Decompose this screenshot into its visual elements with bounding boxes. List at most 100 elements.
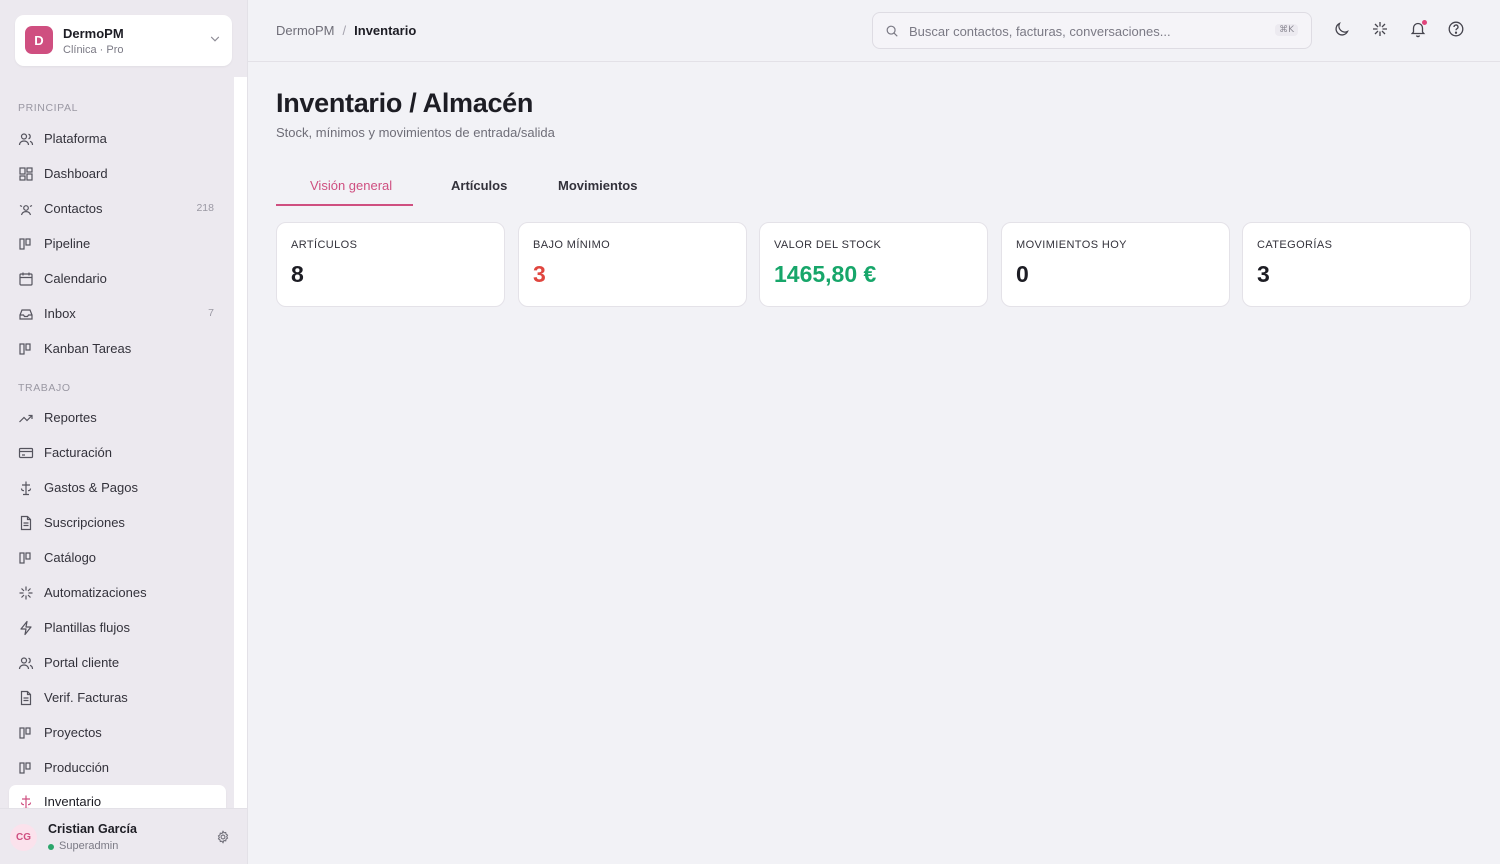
sidebar-item-label: Verif. Facturas xyxy=(44,690,128,705)
org-switcher[interactable]: D DermoPM Clínica · Pro xyxy=(15,15,232,66)
sparkle-icon[interactable] xyxy=(1370,19,1390,39)
chevron-down-icon xyxy=(210,36,220,42)
sidebar-item-produccion[interactable]: Producción xyxy=(9,751,226,784)
tab-label: Movimientos xyxy=(558,178,638,193)
sidebar-item-proyectos[interactable]: Proyectos xyxy=(9,716,226,749)
stat-card-movimientos-hoy: Movimientos hoy 0 xyxy=(1001,222,1230,307)
moon-icon[interactable] xyxy=(1332,19,1352,39)
sidebar-item-contactos[interactable]: Contactos 218 xyxy=(9,192,226,225)
count-badge: 218 xyxy=(196,202,214,214)
stat-value: 3 xyxy=(1257,261,1270,287)
sidebar-item-kanban-tareas[interactable]: Kanban Tareas xyxy=(9,332,226,365)
sidebar-item-reportes[interactable]: Reportes xyxy=(9,401,226,434)
calendar-icon xyxy=(19,272,33,286)
columns-icon xyxy=(19,343,31,355)
sidebar-item-suscripciones[interactable]: Suscripciones xyxy=(9,506,226,539)
sidebar-item-label: Producción xyxy=(44,760,110,775)
tab-bar: Visión general Artículos Movimientos xyxy=(276,166,676,206)
sidebar-item-gastos-pagos[interactable]: Gastos & Pagos xyxy=(9,471,226,504)
columns-icon xyxy=(19,552,31,564)
section-label-principal: Principal xyxy=(18,102,79,114)
sidebar-item-label: Suscripciones xyxy=(44,515,125,530)
inbox-icon xyxy=(19,309,33,320)
stat-value: 8 xyxy=(291,261,304,287)
sidebar-item-plataforma[interactable]: Plataforma xyxy=(9,122,226,155)
stat-card-bajo-minimo: Bajo mínimo 3 xyxy=(518,222,747,307)
sidebar-item-automatizaciones[interactable]: Automatizaciones xyxy=(9,576,226,609)
columns-icon xyxy=(19,238,31,250)
sidebar-nav[interactable]: Principal Plataforma Dashboard Contactos… xyxy=(0,77,234,808)
sidebar-item-calendario[interactable]: Calendario xyxy=(9,262,226,295)
sidebar-item-pipeline[interactable]: Pipeline xyxy=(9,227,226,260)
breadcrumb-current: Inventario xyxy=(354,23,417,38)
sidebar-item-label: Gastos & Pagos xyxy=(44,480,138,495)
sidebar-item-label: Calendario xyxy=(44,271,107,286)
stat-card-valor-del-stock: Valor del stock 1465,80 € xyxy=(759,222,988,307)
avatar: CG xyxy=(10,824,37,851)
tab-vision-general[interactable]: Visión general xyxy=(276,166,413,206)
notification-dot xyxy=(1422,20,1427,25)
notifications-button[interactable] xyxy=(1408,19,1428,39)
gear-icon[interactable] xyxy=(216,830,230,844)
stat-value: 0 xyxy=(1016,261,1029,287)
global-search[interactable]: ⌘K xyxy=(872,12,1312,49)
org-logo: D xyxy=(25,26,53,54)
sidebar-item-label: Inventario xyxy=(44,794,102,808)
stat-value: 3 xyxy=(533,261,546,287)
sidebar-item-label: Inbox xyxy=(44,306,76,321)
sidebar-item-label: Plataforma xyxy=(44,131,107,146)
credit-card-icon xyxy=(18,447,34,459)
section-label-trabajo: Trabajo xyxy=(18,382,71,394)
online-status-dot xyxy=(48,844,54,850)
sidebar-item-label: Kanban Tareas xyxy=(44,341,132,356)
sidebar-item-facturacion[interactable]: Facturación xyxy=(9,436,226,469)
search-input[interactable] xyxy=(909,22,1259,40)
trending-up-icon xyxy=(19,414,33,423)
sidebar-item-inventario[interactable]: Inventario xyxy=(9,785,226,808)
columns-icon xyxy=(19,727,31,739)
sidebar-item-inbox[interactable]: Inbox 7 xyxy=(9,297,226,330)
scale-icon xyxy=(20,795,32,808)
user-role: Superadmin xyxy=(59,840,119,852)
document-icon xyxy=(20,515,32,531)
tab-movimientos[interactable]: Movimientos xyxy=(524,166,654,206)
page-title: Inventario / Almacén xyxy=(276,88,534,118)
tab-articulos[interactable]: Artículos xyxy=(416,166,516,206)
sidebar-item-label: Dashboard xyxy=(44,166,108,181)
search-shortcut-hint: ⌘K xyxy=(1275,24,1298,36)
org-name: DermoPM xyxy=(63,26,124,41)
stat-card-articulos: Artículos 8 xyxy=(276,222,505,307)
users-icon xyxy=(18,657,34,670)
contacts-icon xyxy=(19,204,33,216)
sidebar-item-plantillas-flujos[interactable]: Plantillas flujos xyxy=(9,611,226,644)
stat-label: Artículos xyxy=(291,239,358,251)
dashboard-icon xyxy=(19,167,33,181)
breadcrumb-separator: / xyxy=(342,23,347,38)
sidebar-item-label: Reportes xyxy=(44,410,97,425)
breadcrumb-root[interactable]: DermoPM xyxy=(276,23,335,38)
stat-label: Movimientos hoy xyxy=(1016,239,1127,251)
sidebar-item-label: Catálogo xyxy=(44,550,97,565)
count-badge: 7 xyxy=(208,307,214,319)
sidebar-scrollbar[interactable] xyxy=(234,77,247,808)
tab-label: Visión general xyxy=(310,178,393,193)
sidebar: D DermoPM Clínica · Pro Principal Plataf… xyxy=(0,0,248,864)
sidebar-item-verif-facturas[interactable]: Verif. Facturas xyxy=(9,681,226,714)
tab-label: Artículos xyxy=(451,178,508,193)
stat-label: Bajo mínimo xyxy=(533,239,611,251)
help-icon[interactable] xyxy=(1446,19,1466,39)
breadcrumb: DermoPM / Inventario xyxy=(276,23,416,38)
sidebar-item-label: Facturación xyxy=(44,445,112,460)
sidebar-item-label: Pipeline xyxy=(44,236,91,251)
sparkle-icon xyxy=(19,586,33,600)
sidebar-item-catalogo[interactable]: Catálogo xyxy=(9,541,226,574)
page-subtitle: Stock, mínimos y movimientos de entrada/… xyxy=(276,125,555,140)
sidebar-item-dashboard[interactable]: Dashboard xyxy=(9,157,226,190)
sidebar-item-portal-cliente[interactable]: Portal cliente xyxy=(9,646,226,679)
top-bar: DermoPM / Inventario ⌘K xyxy=(248,0,1500,62)
columns-icon xyxy=(19,762,31,774)
org-plan: Clínica · Pro xyxy=(63,44,124,56)
stat-card-categorias: Categorías 3 xyxy=(1242,222,1471,307)
sidebar-item-label: Portal cliente xyxy=(44,655,120,670)
user-panel[interactable]: CG Cristian García Superadmin xyxy=(0,808,247,864)
